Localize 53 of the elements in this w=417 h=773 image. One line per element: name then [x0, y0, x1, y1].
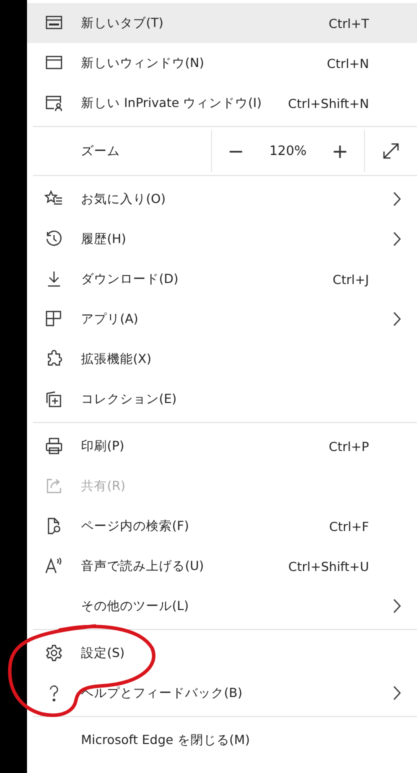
menu-item-label: Microsoft Edge を閉じる(M): [81, 732, 251, 748]
share-icon: [44, 476, 64, 496]
menu-item-label: 新しいタブ(T): [81, 14, 164, 32]
menu-item[interactable]: コレクション(E): [27, 379, 417, 419]
menu-item-label: 設定(S): [81, 644, 126, 662]
menu-item-label: 履歴(H): [81, 230, 128, 248]
menu-item-label: 音声で読み上げる(U): [81, 558, 205, 574]
menu-item[interactable]: 印刷(P) Ctrl+P: [27, 426, 417, 466]
menu-item[interactable]: 新しいタブ(T) Ctrl+T: [27, 3, 417, 43]
menu-item-label: コレクション(E): [81, 390, 178, 408]
menu-item[interactable]: その他のツール(L): [27, 586, 417, 626]
menu-item[interactable]: 新しいウィンドウ(N) Ctrl+N: [27, 43, 417, 83]
menu-item[interactable]: アプリ(A): [27, 299, 417, 339]
shortcut-label: Ctrl+P: [328, 438, 369, 454]
read-aloud-icon: [44, 556, 64, 576]
menu-item-label: 新しい InPrivate ウィンドウ(I): [81, 94, 263, 112]
shortcut-label: Ctrl+Shift+U: [288, 558, 369, 574]
menu-item-label: 新しいウィンドウ(N): [81, 54, 206, 72]
menu-item-label: アプリ(A): [81, 310, 140, 328]
menu-item[interactable]: ページ内の検索(F) Ctrl+F: [27, 506, 417, 546]
menu-item-label: 共有(R): [81, 478, 126, 494]
printer-icon: [44, 436, 64, 456]
shortcut-label: Ctrl+Shift+N: [288, 96, 369, 110]
menu-item[interactable]: 履歴(H): [27, 219, 417, 259]
settings-icon: [44, 643, 64, 663]
zoom-value: 120%: [269, 144, 307, 158]
menu-item[interactable]: Microsoft Edge を閉じる(M): [27, 720, 417, 760]
shortcut-label: Ctrl+T: [328, 16, 369, 30]
menu-item[interactable]: 拡張機能(X): [27, 339, 417, 379]
menu-item-label: 拡張機能(X): [81, 350, 152, 368]
menu-item-label: その他のツール(L): [81, 598, 190, 614]
zoom-label: ズーム: [81, 142, 121, 160]
expand-icon: [382, 142, 400, 160]
menu-item[interactable]: 新しい InPrivate ウィンドウ(I) Ctrl+Shift+N: [27, 83, 417, 123]
menu-item[interactable]: ダウンロード(D) Ctrl+J: [27, 259, 417, 299]
apps-grid-icon: [44, 309, 64, 329]
menu-item[interactable]: 設定(S): [27, 633, 417, 673]
history-icon: [44, 229, 64, 249]
shortcut-label: Ctrl+F: [329, 518, 369, 534]
menu-item-label: ページ内の検索(F): [81, 518, 190, 534]
private-window-icon: [44, 93, 64, 113]
menu-item[interactable]: お気に入り(O): [27, 179, 417, 219]
menu-item-label: お気に入り(O): [81, 190, 167, 208]
menu-item[interactable]: 音声で読み上げる(U) Ctrl+Shift+U: [27, 546, 417, 586]
menu-item-label: ヘルプとフィードバック(B): [81, 684, 244, 702]
shortcut-label: Ctrl+J: [332, 272, 369, 286]
shortcut-label: Ctrl+N: [326, 56, 369, 70]
menu-item[interactable]: ヘルプとフィードバック(B): [27, 673, 417, 713]
zoom-out-button[interactable]: −: [222, 139, 250, 163]
menu-item-label: ダウンロード(D): [81, 270, 180, 288]
collections-icon: [44, 389, 64, 409]
zoom-in-button[interactable]: +: [326, 139, 354, 163]
menu-item-label: 印刷(P): [81, 438, 126, 454]
